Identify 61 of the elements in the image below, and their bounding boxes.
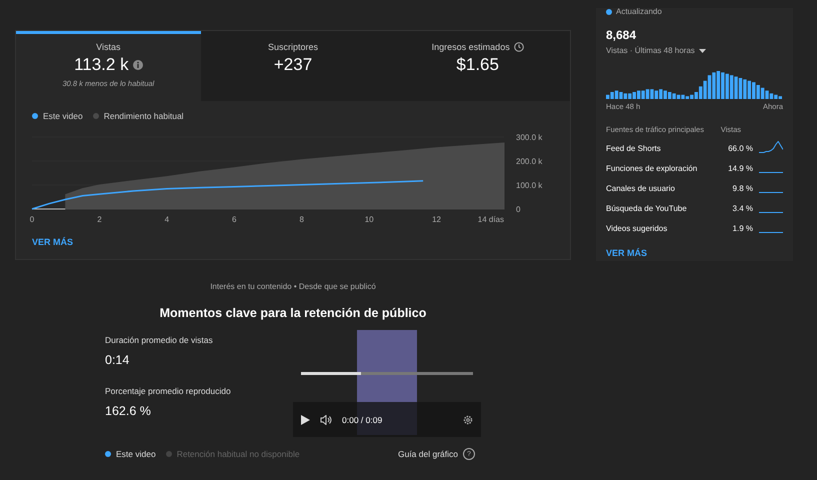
play-icon[interactable] bbox=[301, 414, 310, 424]
traffic-share: 1.9 % bbox=[732, 224, 753, 232]
x-tick-label: 0 bbox=[30, 215, 34, 224]
stat-label: Duración promedio de vistas bbox=[105, 335, 214, 345]
stat-value: 162.6 % bbox=[105, 404, 152, 418]
see-more-link[interactable]: VER MÁS bbox=[606, 248, 648, 258]
trend-sparkline bbox=[759, 232, 783, 234]
trend-sparkline bbox=[759, 192, 783, 194]
metric-label: Vistas bbox=[96, 42, 121, 52]
x-tick-label: 12 bbox=[432, 215, 442, 224]
section-title: Momentos clave para la retención de público bbox=[160, 306, 426, 320]
legend-dot bbox=[105, 451, 111, 457]
trend-sparkline bbox=[759, 212, 783, 214]
x-tick-label: 8 bbox=[300, 215, 304, 224]
metric-tab[interactable]: Suscriptores +237 bbox=[200, 31, 386, 101]
legend-label: Retención habitual no disponible bbox=[176, 449, 300, 459]
legend-dot bbox=[166, 451, 172, 457]
trend-sparkline bbox=[759, 141, 783, 154]
metric-label: Suscriptores bbox=[268, 42, 318, 52]
traffic-source-name: Búsqueda de YouTube bbox=[606, 204, 688, 212]
info-icon[interactable] bbox=[132, 60, 143, 70]
y-tick-label: 100.0 k bbox=[516, 181, 542, 190]
progress-track[interactable] bbox=[301, 372, 473, 375]
legend-label: Rendimiento habitual bbox=[104, 111, 184, 121]
status-dot bbox=[606, 8, 612, 14]
y-tick-label: 300.0 k bbox=[516, 133, 542, 142]
traffic-source-name: Funciones de exploración bbox=[606, 164, 698, 172]
metric-label: Ingresos estimados bbox=[432, 42, 510, 52]
status-label: Actualizando bbox=[616, 7, 662, 16]
y-tick-label: 0 bbox=[516, 205, 520, 214]
traffic-share: 9.8 % bbox=[732, 184, 753, 192]
x-tick-label: 2 bbox=[97, 215, 102, 224]
view-count: 8,684 bbox=[606, 28, 638, 42]
y-tick-label: 200.0 k bbox=[516, 157, 542, 166]
see-more-link[interactable]: VER MÁS bbox=[32, 237, 74, 247]
stat-value: 0:14 bbox=[105, 353, 130, 367]
traffic-share: 3.4 % bbox=[732, 204, 753, 212]
x-tick-label: 10 bbox=[364, 215, 374, 224]
traffic-source-name: Canales de usuario bbox=[606, 184, 676, 192]
caret-icon bbox=[698, 48, 706, 52]
time-display: 0:00 / 0:09 bbox=[342, 414, 382, 424]
volume-icon[interactable] bbox=[320, 414, 332, 424]
metric-value: +237 bbox=[274, 55, 312, 75]
legend-label: Este video bbox=[116, 449, 156, 459]
x-tick-label: 14 días bbox=[478, 215, 504, 224]
metric-value: 113.2 k bbox=[74, 55, 129, 75]
legend-label: Este video bbox=[43, 111, 83, 121]
metric-value: $1.65 bbox=[456, 55, 499, 75]
traffic-source-name: Videos sugeridos bbox=[606, 224, 668, 232]
clock-icon[interactable] bbox=[514, 42, 524, 52]
x-tick-label: 6 bbox=[232, 215, 236, 224]
traffic-share: 14.9 % bbox=[727, 164, 753, 172]
stat-label: Porcentaje promedio reproducido bbox=[105, 386, 232, 396]
traffic-source-name: Feed de Shorts bbox=[606, 144, 662, 152]
period-dropdown[interactable]: Vistas · Últimas 48 horas bbox=[606, 46, 783, 55]
section-caption: Interés en tu contenido • Desde que se publicó bbox=[210, 282, 376, 291]
traffic-share: 66.0 % bbox=[727, 144, 753, 152]
x-tick-label: 4 bbox=[164, 215, 170, 224]
settings-icon[interactable] bbox=[463, 414, 473, 424]
metric-tab[interactable]: Ingresos estimados $1.65 bbox=[385, 31, 570, 101]
trend-sparkline bbox=[759, 172, 783, 174]
